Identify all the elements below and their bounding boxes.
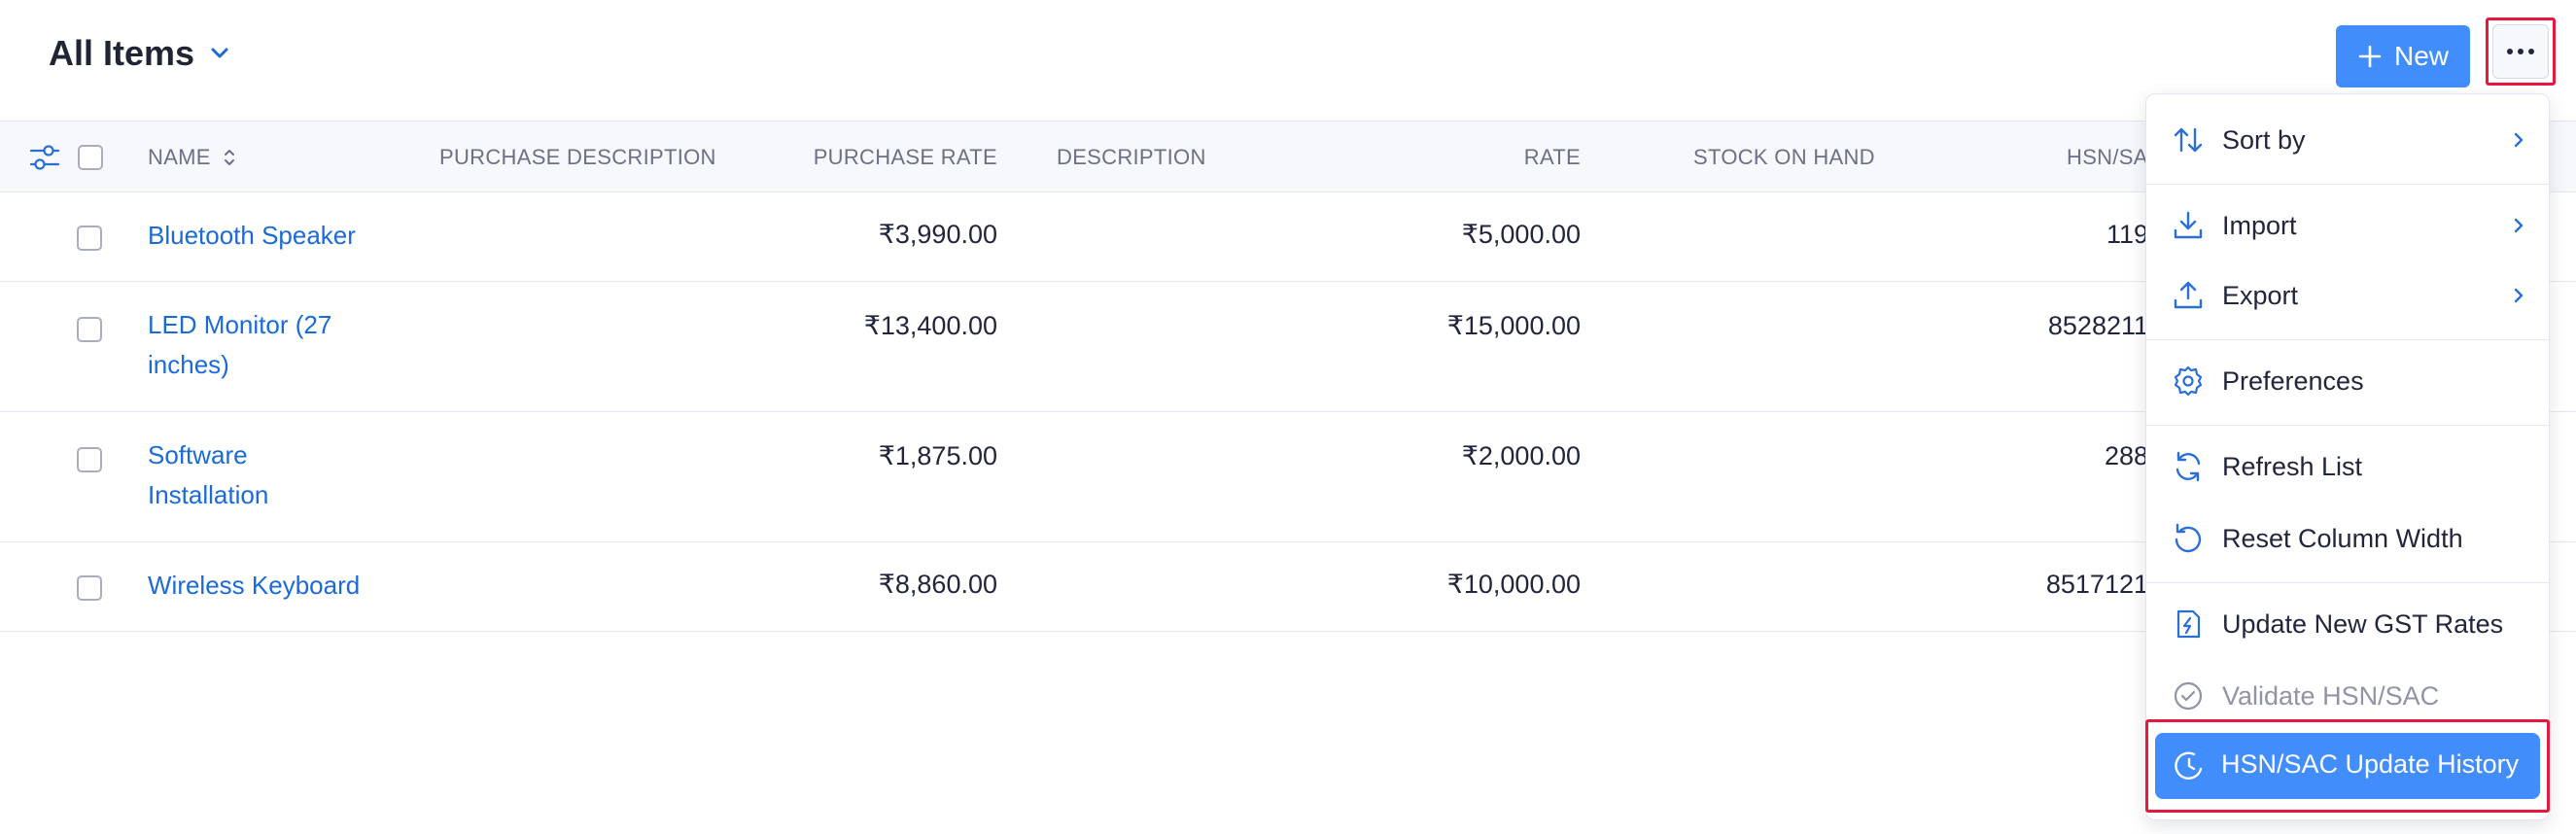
rate-cell: ₹2,000.00 xyxy=(1461,441,1581,470)
document-lightning-icon xyxy=(2176,609,2201,639)
sort-icon xyxy=(225,150,235,165)
menu-item-sort-by[interactable]: Sort by xyxy=(2146,108,2551,172)
check-circle-icon xyxy=(2174,681,2203,711)
item-name-link[interactable]: Software Installation xyxy=(148,435,303,515)
hsn-cell: 119 xyxy=(2106,220,2148,249)
chevron-right-icon xyxy=(2514,288,2524,303)
more-options-menu: Sort by Import Export Preferences Refres… xyxy=(2145,93,2551,820)
refresh-icon xyxy=(2176,451,2201,482)
page-title: All Items xyxy=(49,33,195,73)
menu-item-label: Import xyxy=(2222,210,2297,240)
menu-item-label: HSN/SAC Update History xyxy=(2221,749,2520,779)
column-header-name[interactable]: NAME xyxy=(148,145,236,170)
rate-cell: ₹15,000.00 xyxy=(1446,311,1581,340)
new-button-label: New xyxy=(2393,41,2449,71)
hsn-cell: 8517121 xyxy=(2045,570,2148,599)
new-item-button[interactable]: New xyxy=(2336,25,2470,87)
row-checkbox[interactable] xyxy=(77,447,102,472)
purchase-rate-cell: ₹13,400.00 xyxy=(863,311,997,340)
hsn-cell: 8528211 xyxy=(2047,311,2148,340)
menu-divider xyxy=(2146,425,2551,426)
menu-item-label: Preferences xyxy=(2222,365,2364,396)
more-options-inner xyxy=(2492,24,2549,79)
menu-item-label: Export xyxy=(2222,280,2299,310)
menu-item-label: Reset Column Width xyxy=(2222,523,2463,553)
menu-divider xyxy=(2146,184,2551,185)
history-icon xyxy=(2175,751,2203,780)
chevron-down-icon xyxy=(211,48,228,58)
more-horizontal-icon xyxy=(2507,49,2534,54)
item-name-link[interactable]: Bluetooth Speaker xyxy=(148,216,400,256)
purchase-rate-cell: ₹1,875.00 xyxy=(878,441,997,470)
column-header-stock-on-hand[interactable]: STOCK ON HAND xyxy=(1693,145,1875,170)
menu-item-hsn-sac-update-history[interactable]: HSN/SAC Update History xyxy=(2155,733,2540,799)
item-name-link[interactable]: Wireless Keyboard xyxy=(148,566,400,606)
more-options-button[interactable] xyxy=(2486,17,2556,86)
select-all-checkbox[interactable] xyxy=(78,145,103,170)
hsn-cell: 288 xyxy=(2104,441,2148,470)
menu-item-label: Refresh List xyxy=(2222,451,2363,481)
menu-item-label: Update New GST Rates xyxy=(2222,608,2504,639)
upload-icon xyxy=(2174,281,2203,309)
rate-cell: ₹5,000.00 xyxy=(1461,220,1581,249)
chevron-right-icon xyxy=(2514,218,2524,233)
purchase-rate-cell: ₹8,860.00 xyxy=(878,570,997,599)
rate-cell: ₹10,000.00 xyxy=(1446,570,1581,599)
menu-item-import[interactable]: Import xyxy=(2146,193,2551,258)
chevron-right-icon xyxy=(2514,132,2524,148)
menu-item-label: Validate HSN/SAC xyxy=(2222,680,2440,711)
plus-icon xyxy=(2358,45,2382,68)
menu-divider xyxy=(2146,339,2551,340)
menu-item-reset-column-width[interactable]: Reset Column Width xyxy=(2146,506,2551,571)
reset-icon xyxy=(2175,523,2202,553)
row-checkbox[interactable] xyxy=(77,575,102,601)
column-header-purchase-description[interactable]: PURCHASE DESCRIPTION xyxy=(439,145,716,170)
column-header-name-label: NAME xyxy=(148,145,211,169)
view-selector[interactable]: All Items xyxy=(49,33,231,74)
sort-arrows-icon xyxy=(2174,127,2203,153)
row-checkbox[interactable] xyxy=(77,317,102,342)
item-name-link[interactable]: LED Monitor (27 inches) xyxy=(148,305,371,385)
column-settings-icon[interactable] xyxy=(29,143,60,172)
row-checkbox[interactable] xyxy=(77,226,102,251)
gear-icon xyxy=(2174,365,2203,397)
column-header-description[interactable]: DESCRIPTION xyxy=(1057,145,1206,170)
column-header-purchase-rate[interactable]: PURCHASE RATE xyxy=(758,145,997,170)
menu-divider xyxy=(2146,582,2551,583)
download-icon xyxy=(2174,211,2203,239)
column-header-rate[interactable]: RATE xyxy=(1380,145,1581,170)
purchase-rate-cell: ₹3,990.00 xyxy=(878,220,997,249)
menu-item-update-gst-rates[interactable]: Update New GST Rates xyxy=(2146,592,2551,656)
menu-item-preferences[interactable]: Preferences xyxy=(2146,349,2551,413)
menu-item-refresh-list[interactable]: Refresh List xyxy=(2146,434,2551,499)
menu-item-export[interactable]: Export xyxy=(2146,263,2551,328)
menu-item-label: Sort by xyxy=(2222,124,2306,155)
